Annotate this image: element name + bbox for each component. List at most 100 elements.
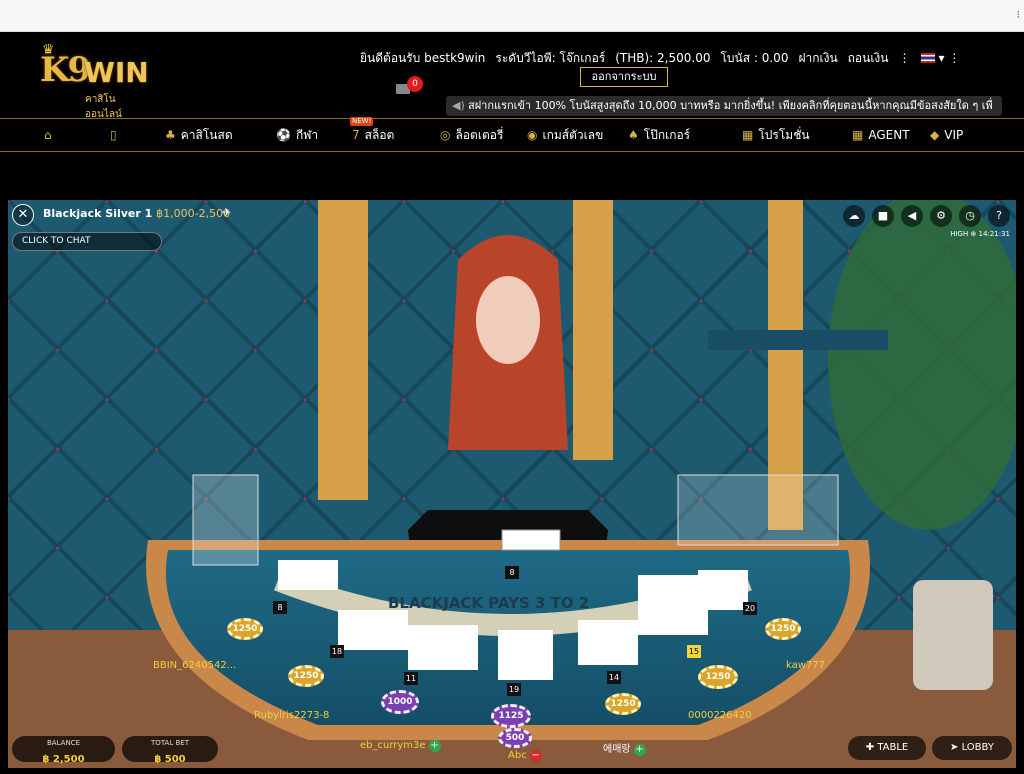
seat2-chip[interactable]: 1250 bbox=[288, 665, 324, 687]
felt-text: BLACKJACK PAYS 3 TO 2 bbox=[388, 594, 589, 612]
seat1-chip[interactable]: 1250 bbox=[227, 618, 263, 640]
poker-icon: ♠ bbox=[628, 128, 639, 142]
click-to-chat-button[interactable]: CLICK TO CHAT bbox=[12, 232, 162, 251]
seat4-chip-small[interactable]: 500 bbox=[498, 728, 532, 748]
seat1-cards bbox=[278, 560, 338, 590]
seat3-chip[interactable]: 1000 bbox=[381, 690, 419, 714]
announcement-marquee: ◀) สฝากแรกเข้า 100% โบนัสสูงสุดถึง 10,00… bbox=[446, 96, 1002, 116]
thai-flag-icon[interactable] bbox=[920, 53, 935, 63]
nav-sports[interactable]: ⚽ กีฬา bbox=[276, 119, 318, 151]
welcome-text: ยินดีต้อนรับ bestk9win bbox=[360, 50, 486, 65]
menu-dots-icon[interactable]: ⋮ bbox=[899, 51, 911, 65]
table-button[interactable]: ✚ TABLE bbox=[848, 736, 926, 760]
logo-k9: K9 bbox=[40, 50, 91, 90]
seat3-player: eb_currym3e + bbox=[360, 740, 441, 752]
seat3-cards bbox=[408, 625, 478, 670]
user-info-row: ยินดีต้อนรับ bestk9win ระดับวีไอพี: โจ๊ก… bbox=[360, 49, 970, 67]
seat6-cards bbox=[638, 575, 708, 635]
seat5-score: 14 bbox=[607, 671, 621, 684]
dealer-face bbox=[476, 276, 540, 364]
main-nav: ⌂ ▯ ♣ คาสิโนสด ⚽ กีฬา NEW! 7 สล็อต ◎ ล็อตเตอร… bbox=[0, 117, 1024, 152]
seat5-chip[interactable]: 1250 bbox=[605, 693, 641, 715]
marquee-text: สฝากแรกเข้า 100% โบนัสสูงสุดถึง 10,000 บ… bbox=[468, 99, 993, 112]
diamond-icon: ◆ bbox=[930, 128, 940, 142]
seat2-player: Rubylris2273-8 bbox=[254, 710, 330, 721]
add-seat-icon[interactable]: + bbox=[428, 740, 441, 752]
nav-live-casino[interactable]: ♣ คาสิโนสด bbox=[165, 119, 233, 151]
seat3-score: 11 bbox=[404, 672, 418, 685]
live-game-stage: BLACKJACK PAYS 3 TO 2 ✕ Blackjack Silver… bbox=[8, 200, 1016, 768]
number-game-icon: ◉ bbox=[527, 128, 538, 142]
add-seat-icon[interactable]: + bbox=[633, 744, 646, 756]
discard-tray bbox=[192, 474, 259, 566]
volume-icon[interactable]: ◀ bbox=[901, 205, 923, 227]
language-caret-icon[interactable]: ▾ ⋮ bbox=[939, 51, 961, 65]
balance-label: BALANCE bbox=[47, 739, 80, 747]
nav-vip[interactable]: ◆ VIP bbox=[930, 119, 963, 151]
card-shoe bbox=[677, 474, 839, 546]
table-limits: ฿1,000-2,500 bbox=[156, 207, 231, 220]
site-header: ♛ K9 WIN คาสิโน ออนไลน์ ยินดีต้อนรับ bes… bbox=[0, 32, 1024, 120]
extension-icon[interactable]: ⁝ bbox=[1017, 8, 1021, 21]
table-name: Blackjack Silver 1 bbox=[43, 207, 153, 220]
promotion-icon: ▦ bbox=[742, 128, 754, 142]
game-clock: HIGH ⊕ 14:21:31 bbox=[950, 230, 1010, 238]
total-bet-label: TOTAL BET bbox=[151, 739, 189, 747]
seat6-chip[interactable]: 1250 bbox=[698, 665, 738, 689]
seat7-score: 20 bbox=[743, 602, 757, 615]
browser-bar: ⁝ bbox=[0, 0, 1024, 32]
bonus-text: โบนัส : 0.00 bbox=[720, 50, 789, 65]
pin-icon[interactable]: ✈ bbox=[222, 206, 231, 219]
seat7-chip[interactable]: 1250 bbox=[765, 618, 801, 640]
side-table bbox=[708, 330, 888, 350]
gold-pillar-left bbox=[318, 200, 368, 500]
nav-number-games[interactable]: ◉ เกมส์ตัวเลข bbox=[527, 119, 603, 151]
logo-win: WIN bbox=[84, 56, 149, 89]
balance-value: ฿ 2,500 bbox=[42, 754, 85, 765]
chat-bubbles-icon[interactable]: ☁ bbox=[843, 205, 865, 227]
lottery-icon: ◎ bbox=[440, 128, 451, 142]
nav-agent[interactable]: ▦ AGENT bbox=[852, 119, 910, 151]
seat7-cards bbox=[698, 570, 748, 610]
lobby-button[interactable]: ➤ LOBBY bbox=[932, 736, 1012, 760]
seat4-chip[interactable]: 1125 bbox=[491, 704, 531, 728]
deposit-link[interactable]: ฝากเงิน bbox=[798, 49, 837, 68]
gold-pillar-mid bbox=[573, 200, 613, 460]
balance-text: (THB): 2,500.00 bbox=[615, 51, 711, 65]
seat5-player: 에매랑 + bbox=[603, 744, 646, 756]
casino-icon: ♣ bbox=[165, 128, 176, 142]
home-icon: ⌂ bbox=[44, 128, 52, 142]
seat5-cards bbox=[578, 620, 638, 665]
logout-button[interactable]: ออกจากระบบ bbox=[580, 67, 668, 87]
help-icon[interactable]: ? bbox=[988, 205, 1010, 227]
seat1-player: BBIN_6240542... bbox=[153, 660, 237, 671]
nav-mobile[interactable]: ▯ bbox=[110, 119, 122, 151]
history-clock-icon[interactable]: ◷ bbox=[959, 205, 981, 227]
site-logo[interactable]: ♛ K9 WIN คาสิโน ออนไลน์ bbox=[40, 42, 155, 120]
seat2-score: 18 bbox=[330, 645, 344, 658]
close-game-button[interactable]: ✕ bbox=[12, 204, 34, 226]
vip-level-text: ระดับวีไอพี: โจ๊กเกอร์ bbox=[495, 50, 606, 65]
seat7-player: kaw777 bbox=[786, 660, 826, 671]
withdraw-link[interactable]: ถอนเงิน bbox=[848, 49, 889, 68]
seat4-score: 19 bbox=[507, 683, 521, 696]
remove-seat-icon[interactable]: − bbox=[529, 750, 542, 762]
nav-lottery[interactable]: ◎ ล็อตเตอรี่ bbox=[440, 119, 503, 151]
nav-slots[interactable]: NEW! 7 สล็อต bbox=[350, 117, 394, 151]
mail-count-badge: 0 bbox=[407, 76, 423, 92]
slot-icon: 7 bbox=[352, 128, 360, 142]
seat1-score: 8 bbox=[273, 601, 287, 614]
mobile-icon: ▯ bbox=[110, 128, 117, 142]
seat4-player: Abc − bbox=[508, 750, 542, 762]
video-camera-icon[interactable]: ■ bbox=[872, 205, 894, 227]
nav-home[interactable]: ⌂ bbox=[44, 119, 57, 151]
balance-display: BALANCE ฿ 2,500 bbox=[12, 736, 115, 765]
soccer-ball-icon: ⚽ bbox=[276, 128, 291, 142]
nav-promotions[interactable]: ▦ โปรโมชั่น bbox=[742, 119, 810, 151]
table-title: Blackjack Silver 1 ฿1,000-2,500 bbox=[43, 207, 230, 220]
settings-gear-icon[interactable]: ⚙ bbox=[930, 205, 952, 227]
plus-icon: ✚ bbox=[865, 742, 878, 753]
plant-pot bbox=[913, 580, 993, 690]
seat6-player: 0000226420 bbox=[688, 710, 752, 721]
nav-poker[interactable]: ♠ โป๊กเกอร์ bbox=[628, 119, 690, 151]
